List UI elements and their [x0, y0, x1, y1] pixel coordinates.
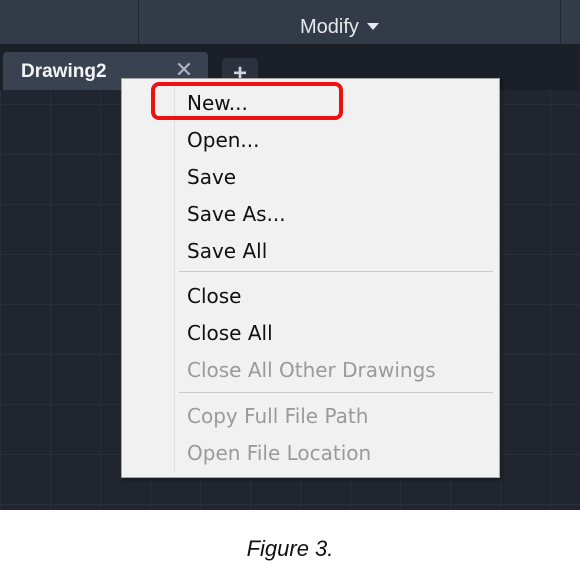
modify-label: Modify	[300, 16, 359, 38]
dropdown-caret-icon	[366, 23, 379, 30]
menu-item-open[interactable]: Open...	[187, 127, 260, 153]
menu-item-save-all[interactable]: Save All	[187, 238, 267, 264]
menu-item-save-as[interactable]: Save As...	[187, 201, 286, 227]
ribbon-divider	[138, 0, 139, 44]
menu-item-open-file-location: Open File Location	[187, 441, 372, 465]
menu-item-copy-full-file-path: Copy Full File Path	[187, 404, 369, 428]
menu-item-save[interactable]: Save	[187, 164, 236, 190]
figure-caption: Figure 3.	[246, 536, 334, 561]
menu-icon-gutter	[174, 81, 175, 473]
ribbon-divider	[560, 0, 561, 44]
modify-panel-button[interactable]: Modify	[300, 0, 379, 44]
menu-separator	[179, 271, 493, 272]
ribbon-bar: Modify	[0, 0, 580, 44]
menu-separator	[179, 392, 493, 393]
menu-item-new[interactable]: New...	[187, 90, 248, 116]
tab-context-menu: New... Open... Save Save As... Save All …	[121, 78, 500, 478]
tab-label: Drawing2	[21, 61, 107, 82]
menu-item-close-all-other-drawings: Close All Other Drawings	[187, 358, 436, 382]
menu-item-close-all[interactable]: Close All	[187, 320, 273, 346]
menu-item-close[interactable]: Close	[187, 283, 241, 309]
